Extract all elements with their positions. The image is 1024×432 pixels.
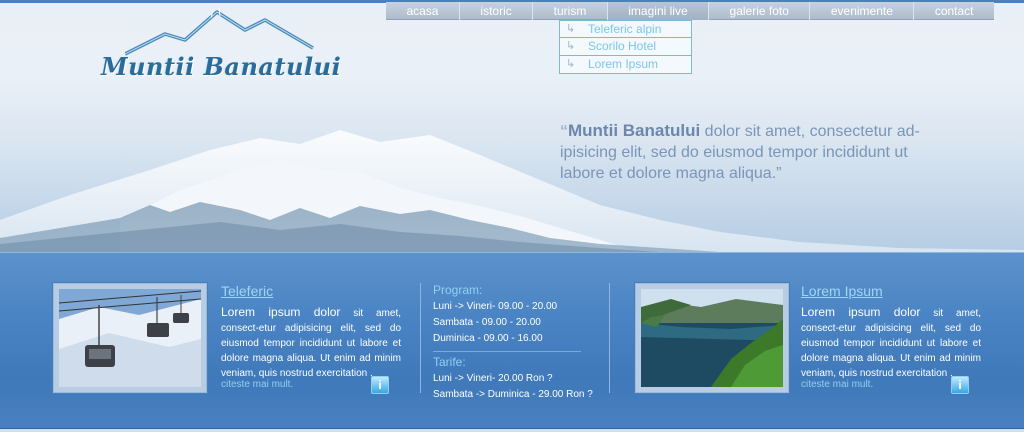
hero-quote: “Muntii Banatului dolor sit amet, consec…: [560, 120, 940, 184]
lake-thumbnail[interactable]: [635, 283, 789, 393]
logo-mountain-icon: [125, 8, 314, 56]
submenu-item-teleferic-alpin[interactable]: ↳ Teleferic alpin: [559, 20, 692, 38]
submenu-item-lorem-ipsum[interactable]: ↳ Lorem Ipsum: [559, 56, 692, 74]
nav-item-evenimente[interactable]: evenimente: [810, 2, 915, 20]
hero-banner: Muntii Banatului acasa istoric turism im…: [0, 0, 1024, 252]
chairlift-photo: [59, 289, 201, 387]
submenu-arrow-icon: ↳: [566, 40, 576, 52]
schedule-separator: [433, 351, 581, 352]
nav-item-imagini-live[interactable]: imagini live: [607, 2, 710, 20]
quote-open-mark: “: [560, 123, 568, 140]
info-icon[interactable]: i: [371, 376, 389, 394]
divider-left: [420, 283, 421, 393]
info-icon[interactable]: i: [951, 376, 969, 394]
lorem-ipsum-read-more-link[interactable]: citeste mai mult.: [801, 379, 873, 390]
tarife-line: Luni -> Vineri- 20.00 Ron ?: [433, 373, 553, 384]
logo-text: Muntii Banatului: [101, 52, 342, 81]
nav-item-acasa[interactable]: acasa: [386, 2, 460, 20]
lorem-ipsum-title-link[interactable]: Lorem Ipsum: [801, 283, 883, 299]
submenu-item-label: Teleferic alpin: [588, 22, 662, 36]
nav-item-galerie-foto[interactable]: galerie foto: [709, 2, 811, 20]
teleferic-thumbnail[interactable]: [53, 283, 207, 393]
divider-right: [609, 283, 610, 393]
site-logo[interactable]: Muntii Banatului: [95, 8, 341, 83]
teleferic-read-more-link[interactable]: citeste mai mult.: [221, 379, 293, 390]
tarife-heading: Tarife:: [433, 355, 466, 369]
submenu-item-scorilo-hotel[interactable]: ↳ Scorilo Hotel: [559, 38, 692, 56]
lorem-ipsum-lead: Lorem ipsum dolor: [801, 305, 921, 319]
schedule-block: Program: Luni -> Vineri- 09.00 - 20.00 S…: [433, 282, 593, 403]
program-line: Duminica - 09.00 - 16.00: [433, 333, 543, 344]
submenu-item-label: Scorilo Hotel: [588, 39, 657, 53]
lake-photo: [641, 289, 783, 387]
nav-item-contact[interactable]: contact: [914, 2, 994, 20]
program-line: Luni -> Vineri- 09.00 - 20.00: [433, 301, 558, 312]
program-line: Sambata - 09.00 - 20.00: [433, 317, 541, 328]
main-navigation: acasa istoric turism imagini live galeri…: [386, 2, 994, 20]
submenu-arrow-icon: ↳: [566, 58, 576, 70]
nav-item-turism[interactable]: turism: [533, 2, 608, 20]
tarife-line: Sambata -> Duminica - 29.00 Ron ?: [433, 389, 593, 400]
turism-submenu: ↳ Teleferic alpin ↳ Scorilo Hotel ↳ Lore…: [559, 20, 692, 74]
quote-emphasis: Muntii Banatului: [568, 121, 701, 140]
teleferic-description: Lorem ipsum dolor sit amet, consect-etur…: [221, 305, 401, 381]
nav-item-istoric[interactable]: istoric: [460, 2, 534, 20]
teleferic-lead: Lorem ipsum dolor: [221, 305, 341, 319]
lorem-ipsum-description: Lorem ipsum dolor sit amet, consect-etur…: [801, 305, 981, 381]
teleferic-title-link[interactable]: Teleferic: [221, 283, 273, 299]
submenu-item-label: Lorem Ipsum: [588, 57, 659, 71]
program-heading: Program:: [433, 283, 483, 297]
band-bottom-strip: [0, 428, 1024, 432]
submenu-arrow-icon: ↳: [566, 23, 576, 35]
